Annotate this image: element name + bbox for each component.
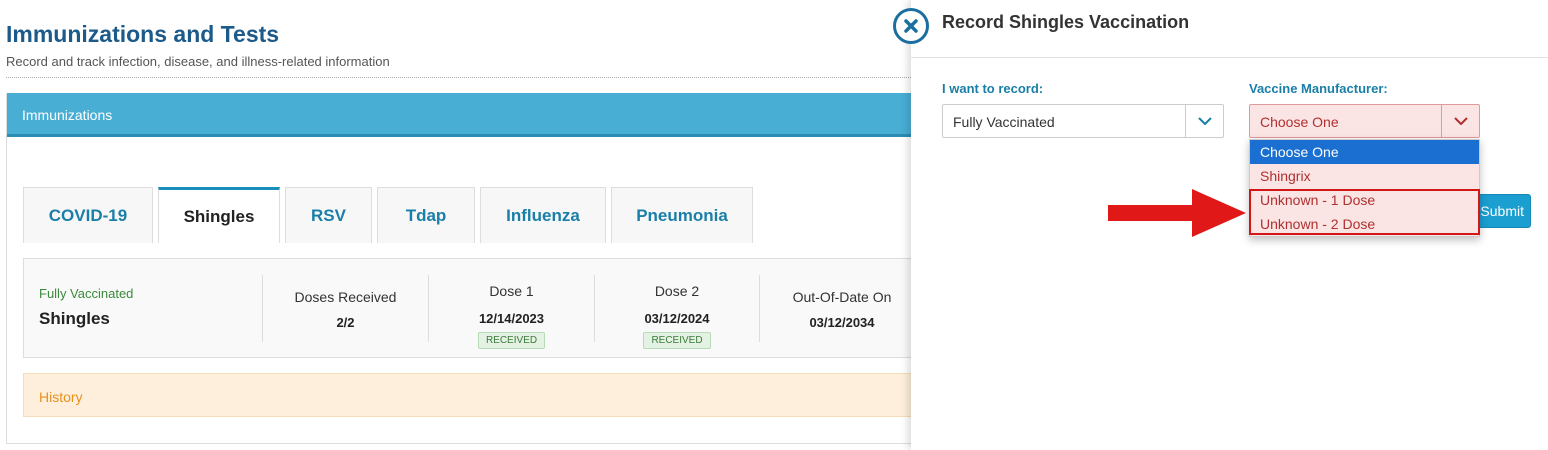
manufacturer-dropdown-list: Choose One Shingrix Unknown - 1 Dose Unk… bbox=[1249, 139, 1480, 237]
tab-shingles[interactable]: Shingles bbox=[158, 187, 280, 243]
page-header: Immunizations and Tests Record and track… bbox=[6, 20, 911, 69]
out-of-date-label: Out-Of-Date On bbox=[792, 289, 892, 305]
out-of-date-value: 03/12/2034 bbox=[809, 315, 875, 330]
vaccine-name: Shingles bbox=[39, 309, 110, 328]
drawer-divider bbox=[911, 57, 1548, 58]
out-of-date-column: Out-Of-Date On 03/12/2034 bbox=[759, 275, 924, 342]
manufacturer-caret bbox=[1441, 105, 1479, 137]
option-unknown-2-dose[interactable]: Unknown - 2 Dose bbox=[1250, 212, 1479, 236]
chevron-down-icon bbox=[1453, 117, 1468, 125]
vaccine-tabs: COVID-19 Shingles RSV Tdap Influenza Pne… bbox=[23, 187, 758, 243]
close-drawer-button[interactable] bbox=[893, 8, 929, 44]
doses-received-column: Doses Received 2/2 bbox=[262, 275, 428, 342]
vaccine-summary: Fully Vaccinated Shingles Doses Received… bbox=[23, 258, 923, 358]
option-unknown-1-dose[interactable]: Unknown - 1 Dose bbox=[1250, 188, 1479, 212]
header-divider bbox=[6, 77, 911, 78]
immunizations-panel: Immunizations COVID-19 Shingles RSV Tdap… bbox=[6, 93, 923, 444]
dose1-status-badge: RECEIVED bbox=[477, 332, 546, 349]
dose1-column: Dose 1 12/14/2023 RECEIVED bbox=[428, 275, 594, 349]
manufacturer-select[interactable]: Choose One bbox=[1249, 104, 1480, 138]
dose2-status-badge: RECEIVED bbox=[643, 332, 711, 349]
tab-rsv[interactable]: RSV bbox=[285, 187, 372, 243]
dose1-label: Dose 1 bbox=[489, 283, 534, 299]
panel-header: Immunizations bbox=[7, 93, 915, 137]
tab-influenza[interactable]: Influenza bbox=[480, 187, 606, 243]
dose2-date: 03/12/2024 bbox=[644, 311, 710, 326]
tab-tdap[interactable]: Tdap bbox=[377, 187, 475, 243]
dose2-label: Dose 2 bbox=[654, 283, 700, 299]
chevron-down-icon bbox=[1197, 117, 1212, 125]
tab-covid-19[interactable]: COVID-19 bbox=[23, 187, 153, 243]
annotation-arrow-icon bbox=[1108, 189, 1246, 237]
doses-received-label: Doses Received bbox=[294, 289, 397, 305]
record-type-label: I want to record: bbox=[942, 81, 1044, 96]
record-type-select[interactable]: Fully Vaccinated bbox=[942, 104, 1224, 138]
record-type-value: Fully Vaccinated bbox=[953, 114, 1055, 130]
tab-pneumonia[interactable]: Pneumonia bbox=[611, 187, 753, 243]
record-type-caret bbox=[1185, 105, 1223, 137]
page-title: Immunizations and Tests bbox=[6, 21, 280, 47]
doses-received-value: 2/2 bbox=[336, 315, 355, 330]
page-subtitle: Record and track infection, disease, and… bbox=[6, 54, 390, 69]
dose1-date: 12/14/2023 bbox=[478, 311, 545, 326]
manufacturer-value: Choose One bbox=[1260, 114, 1339, 130]
manufacturer-label: Vaccine Manufacturer: bbox=[1249, 81, 1388, 96]
dose2-column: Dose 2 03/12/2024 RECEIVED bbox=[594, 275, 759, 349]
option-shingrix[interactable]: Shingrix bbox=[1250, 164, 1479, 188]
close-icon bbox=[904, 19, 918, 33]
drawer-title: Record Shingles Vaccination bbox=[942, 12, 1190, 32]
option-choose-one[interactable]: Choose One bbox=[1250, 140, 1479, 164]
status-label: Fully Vaccinated bbox=[39, 286, 134, 301]
history-section[interactable]: History bbox=[23, 373, 923, 417]
submit-button[interactable]: Submit bbox=[1471, 194, 1531, 228]
